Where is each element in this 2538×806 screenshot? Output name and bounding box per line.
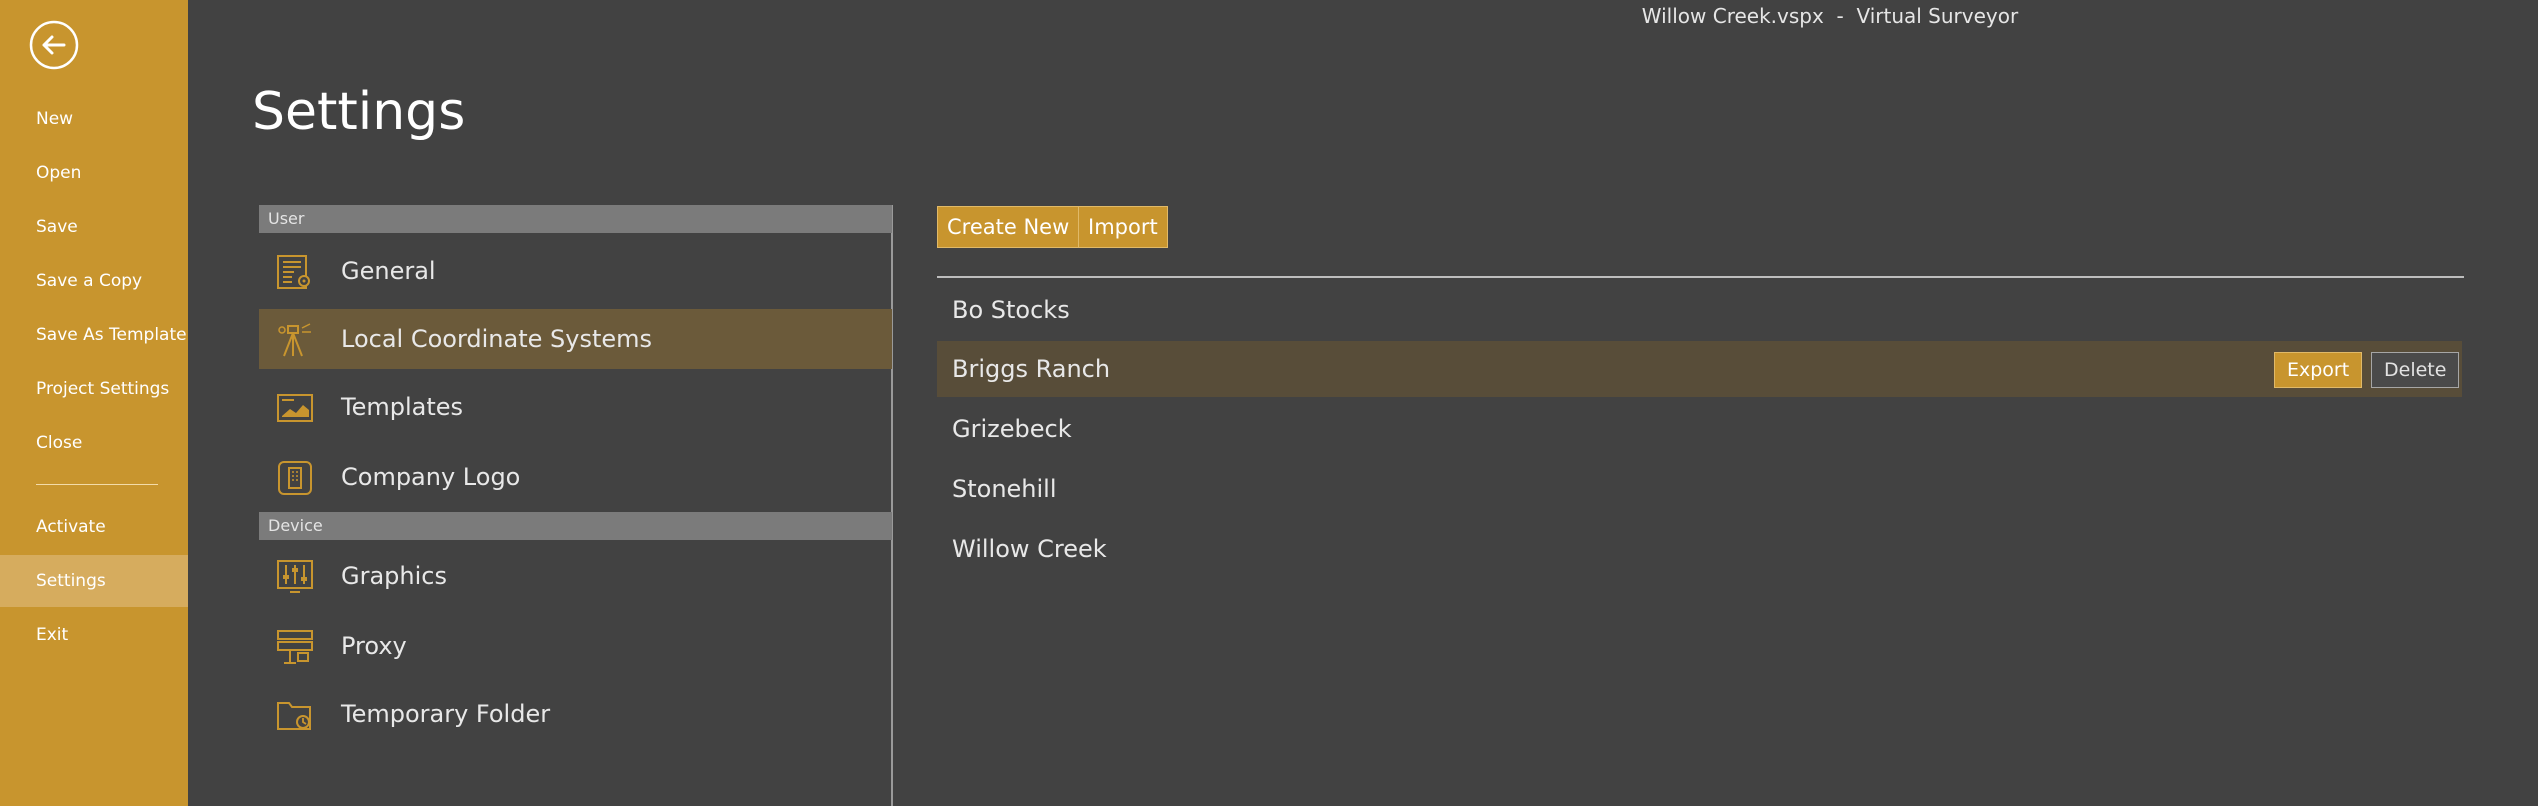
sidebar-item-activate[interactable]: Activate	[0, 501, 188, 553]
delete-button[interactable]: Delete	[2371, 352, 2460, 388]
sidebar-item-exit[interactable]: Exit	[0, 609, 188, 661]
category-item-general[interactable]: General	[259, 241, 892, 301]
category-label: Local Coordinate Systems	[341, 325, 653, 353]
settings-category-panel: User General Local Coordinate Systems Te…	[259, 205, 893, 806]
category-label: Proxy	[341, 632, 407, 660]
category-item-temporary-folder[interactable]: Temporary Folder	[259, 684, 892, 744]
sidebar-item-settings[interactable]: Settings	[0, 555, 188, 607]
create-new-button[interactable]: Create New	[937, 206, 1080, 248]
sidebar: New Open Save Save a Copy Save As Templa…	[0, 0, 188, 806]
network-server-icon	[277, 630, 313, 664]
surveyor-tripod-icon	[278, 323, 311, 357]
sidebar-item-new[interactable]: New	[0, 93, 188, 145]
category-header-device: Device	[259, 512, 892, 540]
category-item-graphics[interactable]: Graphics	[259, 546, 892, 606]
sidebar-item-open[interactable]: Open	[0, 147, 188, 199]
content-divider	[937, 276, 2464, 278]
category-label: Graphics	[341, 562, 447, 590]
sidebar-item-close[interactable]: Close	[0, 417, 188, 469]
coordinate-system-name: Briggs Ranch	[952, 355, 1111, 383]
template-chart-icon	[277, 394, 313, 422]
category-item-proxy[interactable]: Proxy	[259, 616, 892, 676]
sidebar-item-project-settings[interactable]: Project Settings	[0, 363, 188, 415]
sidebar-item-save-a-copy[interactable]: Save a Copy	[0, 255, 188, 307]
import-button[interactable]: Import	[1078, 206, 1168, 248]
coordinate-system-name: Willow Creek	[952, 535, 1107, 563]
folder-clock-icon	[277, 702, 311, 730]
document-gear-icon	[277, 255, 310, 289]
sliders-monitor-icon	[277, 560, 313, 593]
arrow-left-circle-icon	[29, 20, 79, 70]
category-label: Temporary Folder	[341, 700, 551, 728]
back-button[interactable]	[29, 20, 79, 70]
category-header-user: User	[259, 205, 892, 233]
sidebar-divider	[36, 484, 158, 485]
coordinate-system-row-willow-creek[interactable]: Willow Creek	[937, 521, 2462, 577]
coordinate-system-name: Grizebeck	[952, 415, 1072, 443]
coordinate-system-name: Bo Stocks	[952, 296, 1070, 324]
category-item-local-coordinate-systems[interactable]: Local Coordinate Systems	[259, 309, 892, 369]
coordinate-system-row-stonehill[interactable]: Stonehill	[937, 461, 2462, 517]
page-title: Settings	[252, 82, 466, 142]
category-item-company-logo[interactable]: Company Logo	[259, 447, 892, 507]
window-title: Willow Creek.vspx - Virtual Surveyor	[1641, 4, 2019, 28]
sidebar-item-save[interactable]: Save	[0, 201, 188, 253]
coordinate-system-row-bo-stocks[interactable]: Bo Stocks	[937, 282, 2462, 338]
coordinate-system-row-grizebeck[interactable]: Grizebeck	[937, 401, 2462, 457]
category-label: Company Logo	[341, 463, 521, 491]
company-building-icon	[278, 461, 312, 495]
export-button[interactable]: Export	[2274, 352, 2363, 388]
coordinate-system-row-briggs-ranch[interactable]: Briggs Ranch Export Delete	[937, 341, 2462, 397]
coordinate-system-name: Stonehill	[952, 475, 1057, 503]
category-label: General	[341, 257, 436, 285]
sidebar-item-save-as-template[interactable]: Save As Template	[0, 309, 188, 361]
category-label: Templates	[341, 393, 464, 421]
category-item-templates[interactable]: Templates	[259, 377, 892, 437]
